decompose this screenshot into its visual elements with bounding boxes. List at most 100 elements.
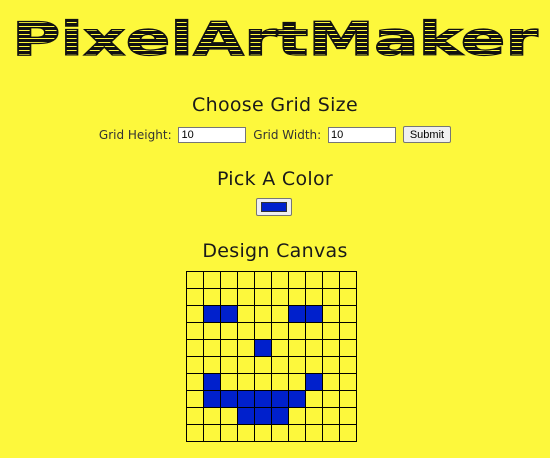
canvas-pixel[interactable]	[254, 271, 272, 289]
submit-button[interactable]: Submit	[402, 126, 452, 143]
canvas-pixel[interactable]	[220, 339, 238, 357]
canvas-pixel[interactable]	[203, 288, 221, 306]
canvas-pixel[interactable]	[339, 288, 357, 306]
canvas-pixel[interactable]	[271, 305, 289, 323]
canvas-pixel[interactable]	[288, 390, 306, 408]
canvas-pixel[interactable]	[305, 339, 323, 357]
canvas-pixel[interactable]	[322, 271, 340, 289]
canvas-pixel[interactable]	[237, 339, 255, 357]
grid-width-input[interactable]	[328, 126, 397, 143]
canvas-pixel[interactable]	[203, 322, 221, 340]
canvas-pixel[interactable]	[271, 322, 289, 340]
canvas-pixel[interactable]	[305, 271, 323, 289]
canvas-pixel[interactable]	[271, 271, 289, 289]
canvas-pixel[interactable]	[271, 390, 289, 408]
canvas-pixel[interactable]	[203, 407, 221, 425]
canvas-pixel[interactable]	[254, 288, 272, 306]
canvas-pixel[interactable]	[220, 322, 238, 340]
canvas-pixel[interactable]	[288, 339, 306, 357]
canvas-pixel[interactable]	[288, 356, 306, 374]
canvas-pixel[interactable]	[339, 424, 357, 442]
canvas-pixel[interactable]	[271, 407, 289, 425]
canvas-pixel[interactable]	[305, 424, 323, 442]
canvas-pixel[interactable]	[322, 424, 340, 442]
canvas-pixel[interactable]	[339, 271, 357, 289]
canvas-pixel[interactable]	[237, 305, 255, 323]
canvas-pixel[interactable]	[339, 305, 357, 323]
canvas-pixel[interactable]	[220, 424, 238, 442]
canvas-pixel[interactable]	[237, 322, 255, 340]
canvas-pixel[interactable]	[322, 305, 340, 323]
canvas-pixel[interactable]	[186, 373, 204, 391]
canvas-pixel[interactable]	[271, 373, 289, 391]
canvas-pixel[interactable]	[237, 271, 255, 289]
canvas-pixel[interactable]	[254, 322, 272, 340]
canvas-pixel[interactable]	[254, 407, 272, 425]
canvas-pixel[interactable]	[288, 305, 306, 323]
canvas-pixel[interactable]	[339, 356, 357, 374]
canvas-pixel[interactable]	[203, 424, 221, 442]
canvas-pixel[interactable]	[288, 424, 306, 442]
grid-height-input[interactable]	[178, 126, 247, 143]
canvas-pixel[interactable]	[254, 390, 272, 408]
canvas-pixel[interactable]	[186, 271, 204, 289]
canvas-pixel[interactable]	[339, 339, 357, 357]
canvas-pixel[interactable]	[203, 305, 221, 323]
canvas-pixel[interactable]	[186, 407, 204, 425]
canvas-pixel[interactable]	[203, 373, 221, 391]
canvas-pixel[interactable]	[220, 356, 238, 374]
canvas-pixel[interactable]	[322, 322, 340, 340]
canvas-pixel[interactable]	[322, 390, 340, 408]
canvas-pixel[interactable]	[186, 322, 204, 340]
canvas-pixel[interactable]	[220, 271, 238, 289]
canvas-pixel[interactable]	[288, 288, 306, 306]
canvas-pixel[interactable]	[305, 322, 323, 340]
canvas-pixel[interactable]	[339, 322, 357, 340]
canvas-pixel[interactable]	[203, 390, 221, 408]
canvas-pixel[interactable]	[339, 390, 357, 408]
canvas-pixel[interactable]	[305, 390, 323, 408]
canvas-pixel[interactable]	[186, 356, 204, 374]
canvas-pixel[interactable]	[288, 373, 306, 391]
canvas-pixel[interactable]	[322, 288, 340, 306]
canvas-pixel[interactable]	[186, 288, 204, 306]
canvas-pixel[interactable]	[254, 339, 272, 357]
canvas-pixel[interactable]	[203, 339, 221, 357]
canvas-pixel[interactable]	[237, 390, 255, 408]
canvas-pixel[interactable]	[322, 373, 340, 391]
canvas-pixel[interactable]	[322, 339, 340, 357]
canvas-pixel[interactable]	[186, 390, 204, 408]
canvas-pixel[interactable]	[254, 356, 272, 374]
canvas-pixel[interactable]	[220, 373, 238, 391]
canvas-pixel[interactable]	[220, 390, 238, 408]
canvas-pixel[interactable]	[186, 424, 204, 442]
canvas-pixel[interactable]	[237, 288, 255, 306]
canvas-pixel[interactable]	[203, 271, 221, 289]
canvas-pixel[interactable]	[305, 373, 323, 391]
canvas-pixel[interactable]	[220, 288, 238, 306]
canvas-pixel[interactable]	[237, 424, 255, 442]
canvas-pixel[interactable]	[288, 407, 306, 425]
canvas-pixel[interactable]	[305, 356, 323, 374]
canvas-pixel[interactable]	[237, 356, 255, 374]
canvas-pixel[interactable]	[305, 288, 323, 306]
canvas-pixel[interactable]	[339, 407, 357, 425]
canvas-pixel[interactable]	[220, 407, 238, 425]
canvas-pixel[interactable]	[339, 373, 357, 391]
canvas-pixel[interactable]	[305, 407, 323, 425]
canvas-pixel[interactable]	[203, 356, 221, 374]
color-picker[interactable]	[256, 198, 292, 216]
canvas-pixel[interactable]	[271, 288, 289, 306]
canvas-pixel[interactable]	[288, 322, 306, 340]
canvas-pixel[interactable]	[271, 424, 289, 442]
canvas-pixel[interactable]	[254, 373, 272, 391]
canvas-pixel[interactable]	[322, 407, 340, 425]
pixel-canvas[interactable]	[186, 271, 357, 442]
canvas-pixel[interactable]	[322, 356, 340, 374]
canvas-pixel[interactable]	[254, 305, 272, 323]
canvas-pixel[interactable]	[271, 339, 289, 357]
canvas-pixel[interactable]	[220, 305, 238, 323]
canvas-pixel[interactable]	[271, 356, 289, 374]
canvas-pixel[interactable]	[237, 373, 255, 391]
canvas-pixel[interactable]	[305, 305, 323, 323]
